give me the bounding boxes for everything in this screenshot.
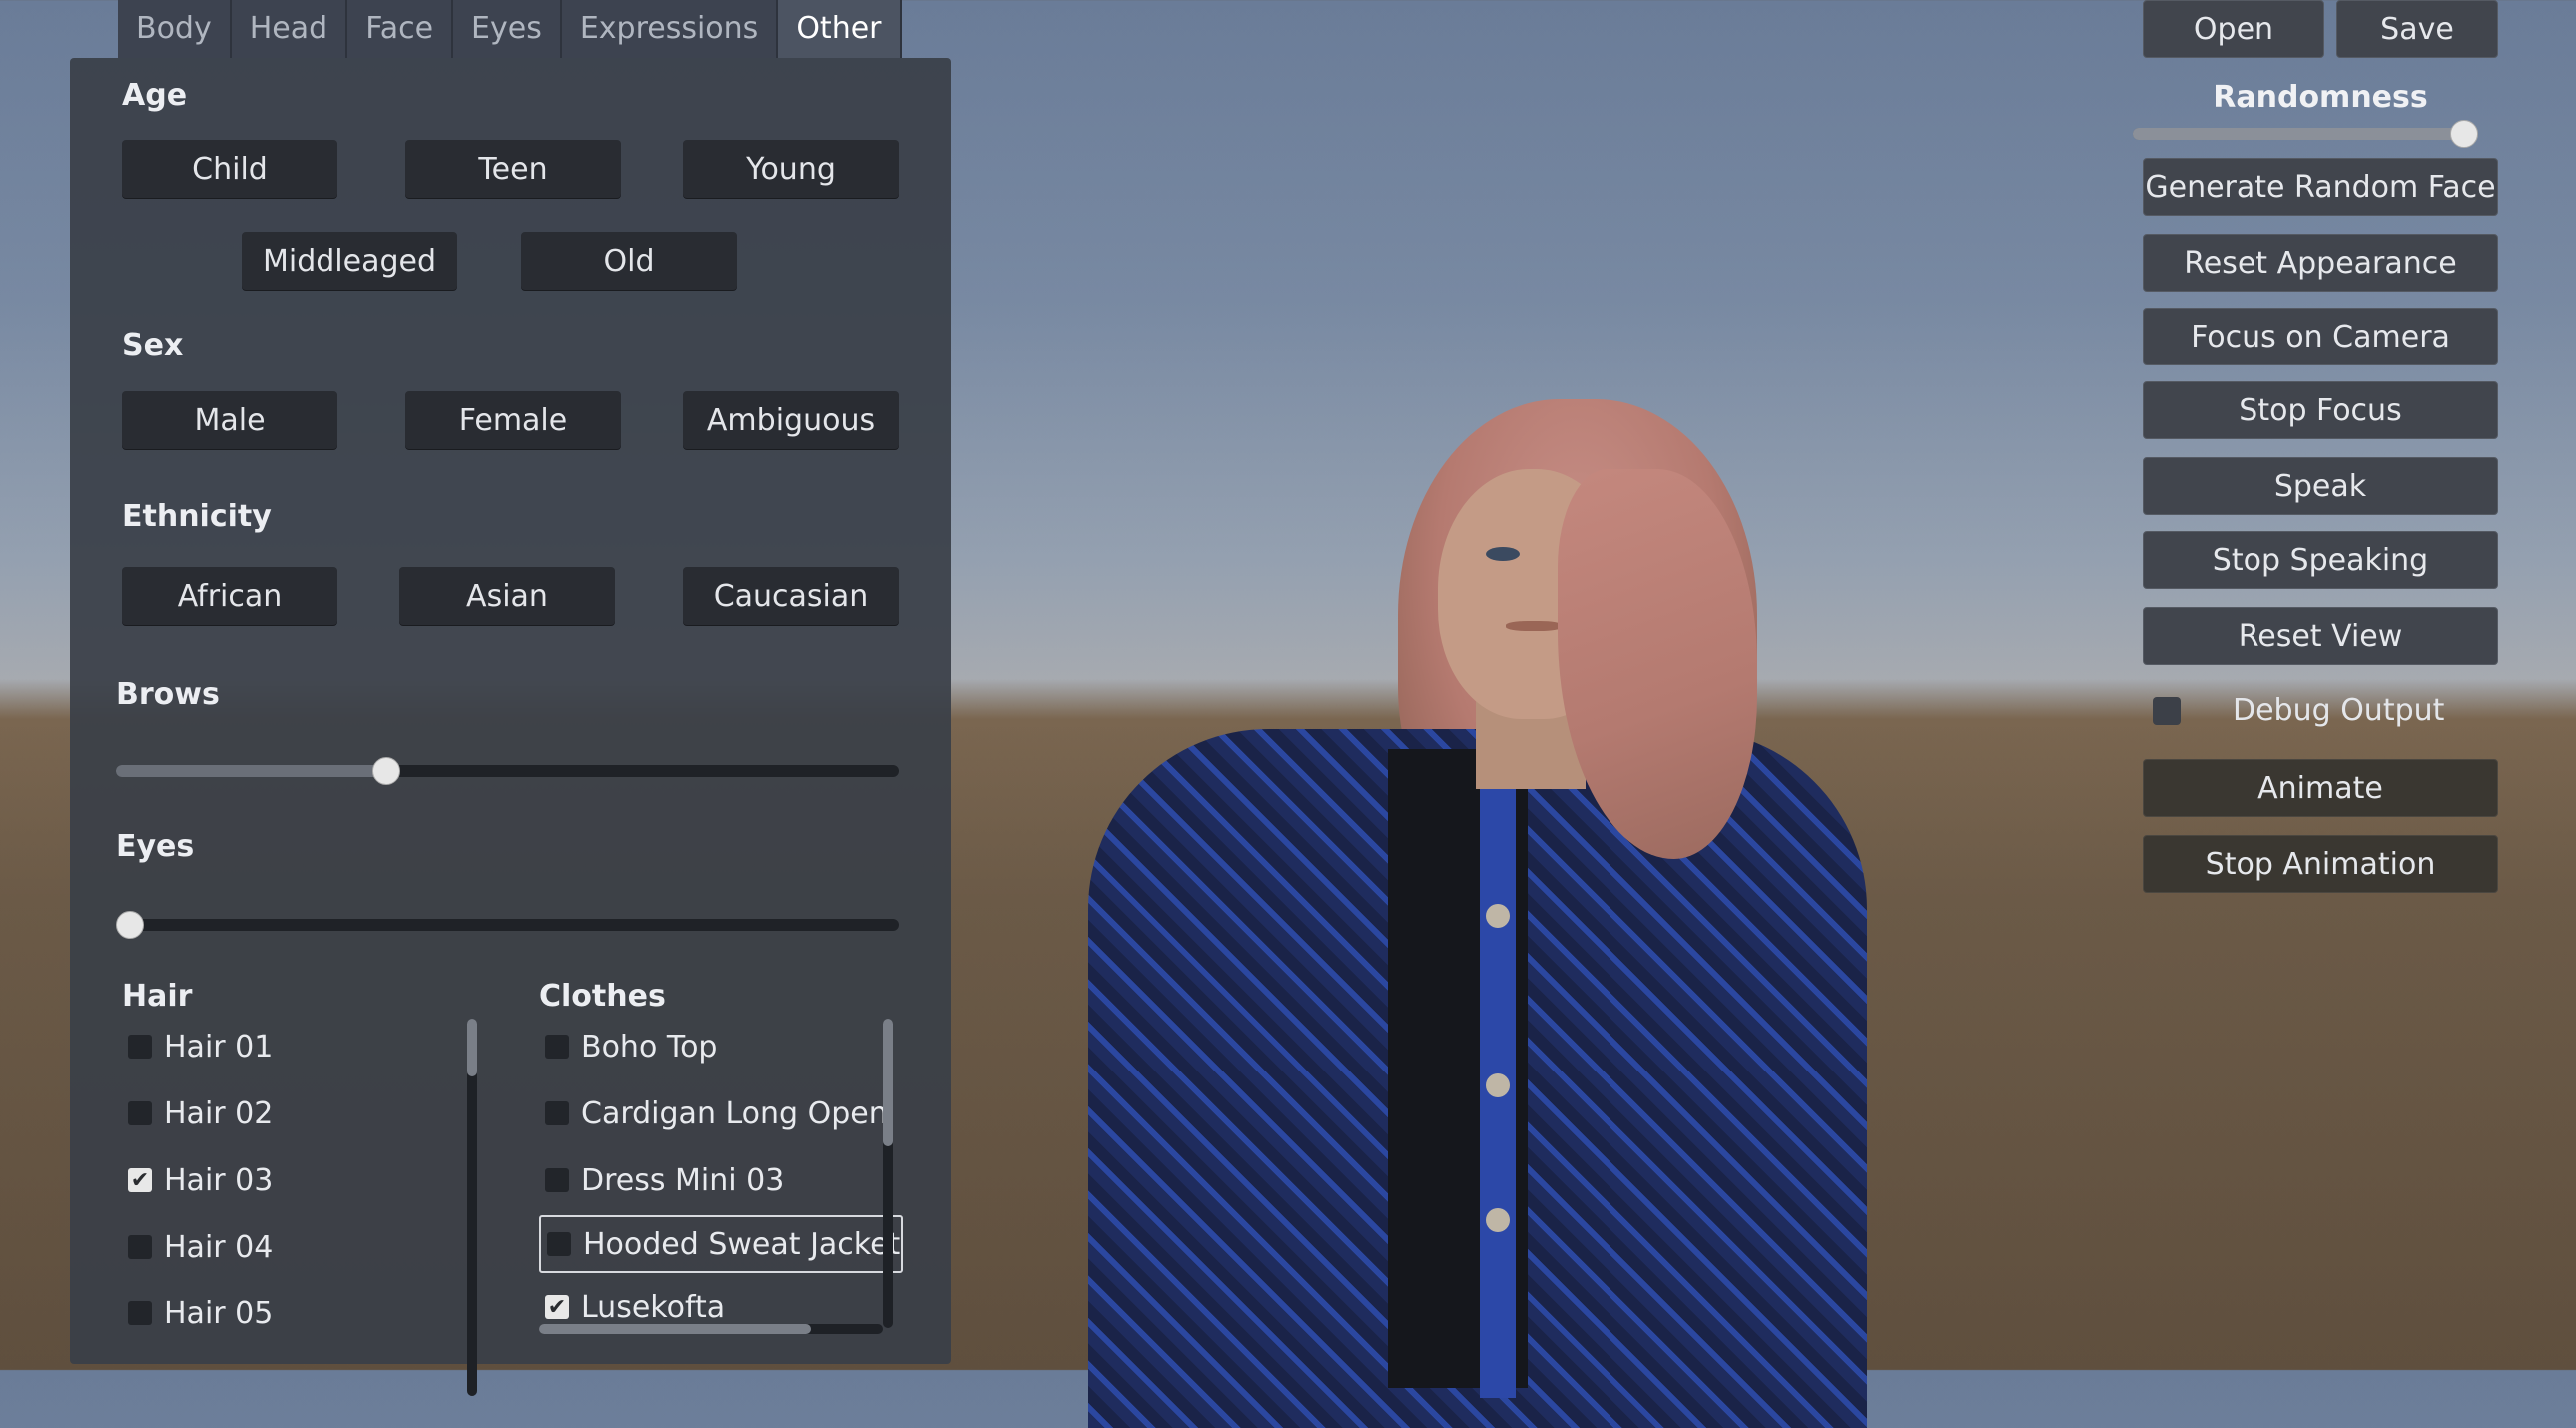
other-settings-panel: Age Child Teen Young Middleaged Old Sex … — [70, 58, 951, 1396]
age-young-button[interactable]: Young — [683, 140, 899, 198]
eyes-slider[interactable] — [116, 911, 899, 939]
clothes-option-focused[interactable]: Hooded Sweat Jacket — [539, 1215, 903, 1273]
age-label: Age — [122, 78, 188, 113]
sex-male-button[interactable]: Male — [122, 391, 337, 449]
hair-checkbox[interactable] — [128, 1235, 152, 1259]
eyes-label: Eyes — [116, 829, 195, 864]
stop-speaking-button[interactable]: Stop Speaking — [2143, 531, 2498, 589]
clothes-vertical-scrollbar[interactable] — [883, 1019, 893, 1328]
jacket-button — [1486, 1208, 1510, 1232]
clothes-checkbox[interactable] — [545, 1101, 569, 1125]
clothes-option-label: Dress Mini 03 — [581, 1162, 785, 1198]
clothes-checkbox[interactable]: ✔ — [545, 1295, 569, 1320]
tab-body[interactable]: Body — [118, 0, 232, 58]
age-child-button[interactable]: Child — [122, 140, 337, 198]
hair-checkbox[interactable] — [128, 1101, 152, 1125]
tab-other[interactable]: Other — [778, 0, 902, 58]
hair-checkbox[interactable]: ✔ — [128, 1168, 152, 1193]
hair-option-label: Hair 04 — [164, 1229, 274, 1265]
ethnicity-caucasian-button[interactable]: Caucasian — [683, 567, 899, 625]
clothes-checkbox[interactable] — [545, 1035, 569, 1059]
clothes-checkbox[interactable] — [545, 1168, 569, 1192]
tab-expressions[interactable]: Expressions — [561, 0, 779, 58]
hair-checkbox[interactable] — [128, 1301, 152, 1325]
clothes-option[interactable]: Dress Mini 03 — [545, 1151, 897, 1209]
brows-label: Brows — [116, 677, 220, 712]
character-mouth — [1506, 621, 1562, 631]
sex-ambiguous-button[interactable]: Ambiguous — [683, 391, 899, 449]
brows-slider-fill — [116, 765, 386, 777]
age-middleaged-button[interactable]: Middleaged — [242, 232, 457, 290]
jacket-button — [1486, 1073, 1510, 1097]
clothes-vertical-scrollbar-thumb[interactable] — [883, 1019, 893, 1146]
clothes-horizontal-scrollbar[interactable] — [539, 1324, 883, 1334]
reset-view-button[interactable]: Reset View — [2143, 607, 2498, 665]
clothes-option[interactable]: Cardigan Long Open — [545, 1084, 897, 1142]
hair-scrollbar-thumb[interactable] — [467, 1019, 477, 1076]
debug-output-checkbox[interactable] — [2153, 697, 2181, 725]
clothes-option-label: Hooded Sweat Jacket — [583, 1226, 901, 1262]
tab-eyes[interactable]: Eyes — [453, 0, 562, 58]
age-teen-button[interactable]: Teen — [405, 140, 621, 198]
hair-label: Hair — [122, 979, 193, 1014]
debug-output-label: Debug Output — [2233, 693, 2445, 728]
hair-option-label: Hair 01 — [164, 1029, 274, 1065]
randomness-slider[interactable] — [2133, 120, 2478, 148]
hair-option-label: Hair 03 — [164, 1162, 274, 1198]
stop-animation-button[interactable]: Stop Animation — [2143, 835, 2498, 893]
save-button[interactable]: Save — [2336, 0, 2498, 58]
clothes-option-label: Lusekofta — [581, 1289, 726, 1325]
clothes-horizontal-scrollbar-thumb[interactable] — [539, 1324, 811, 1334]
tab-bar: Body Head Face Eyes Expressions Other — [118, 0, 902, 58]
brows-slider-knob[interactable] — [372, 757, 400, 785]
randomness-label: Randomness — [2213, 80, 2428, 115]
ethnicity-african-button[interactable]: African — [122, 567, 337, 625]
hair-option-label: Hair 05 — [164, 1295, 274, 1331]
open-button[interactable]: Open — [2143, 0, 2324, 58]
clothes-checkbox[interactable] — [547, 1232, 571, 1256]
jacket-button — [1486, 904, 1510, 928]
character-eye-left — [1486, 547, 1520, 561]
clothes-option-label: Cardigan Long Open — [581, 1095, 888, 1131]
randomness-slider-fill — [2133, 128, 2464, 140]
hair-option-label: Hair 02 — [164, 1095, 274, 1131]
tab-face[interactable]: Face — [347, 0, 454, 58]
clothes-option[interactable]: Boho Top — [545, 1018, 897, 1075]
hair-checkbox[interactable] — [128, 1035, 152, 1059]
speak-button[interactable]: Speak — [2143, 457, 2498, 515]
ethnicity-label: Ethnicity — [122, 499, 272, 534]
tab-head[interactable]: Head — [231, 0, 348, 58]
animate-button[interactable]: Animate — [2143, 759, 2498, 817]
stop-focus-button[interactable]: Stop Focus — [2143, 381, 2498, 439]
eyes-slider-knob[interactable] — [116, 911, 144, 939]
ethnicity-asian-button[interactable]: Asian — [399, 567, 615, 625]
focus-on-camera-button[interactable]: Focus on Camera — [2143, 308, 2498, 365]
generate-random-face-button[interactable]: Generate Random Face — [2143, 158, 2498, 216]
hair-scrollbar[interactable] — [467, 1019, 477, 1396]
clothes-option-label: Boho Top — [581, 1029, 718, 1065]
sex-label: Sex — [122, 328, 184, 362]
sex-female-button[interactable]: Female — [405, 391, 621, 449]
clothes-label: Clothes — [539, 979, 666, 1014]
brows-slider[interactable] — [116, 757, 899, 785]
age-old-button[interactable]: Old — [521, 232, 737, 290]
reset-appearance-button[interactable]: Reset Appearance — [2143, 234, 2498, 292]
randomness-slider-knob[interactable] — [2450, 120, 2478, 148]
